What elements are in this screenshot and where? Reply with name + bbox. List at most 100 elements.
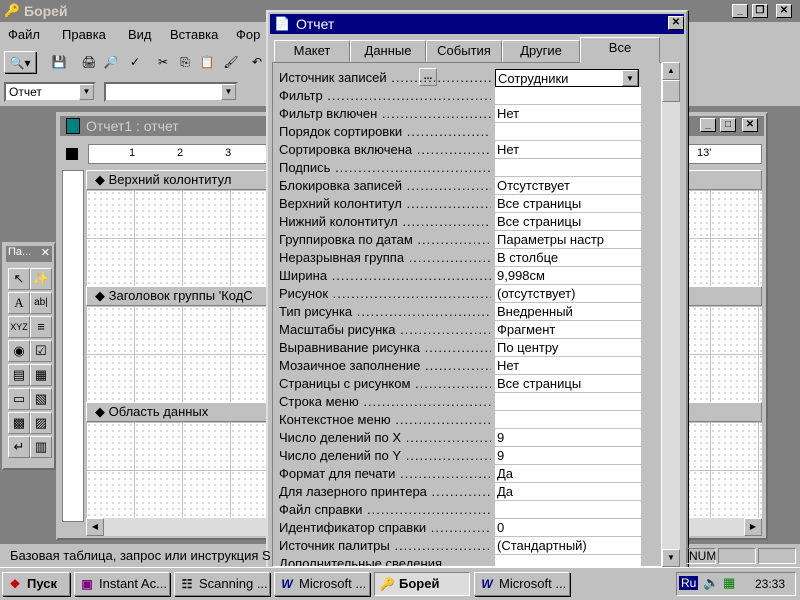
- toolbox-close-icon[interactable]: ✕: [41, 246, 50, 259]
- menu-format[interactable]: Фор: [236, 27, 260, 42]
- property-row[interactable]: Нижний колонтитул ......................…: [273, 213, 641, 231]
- property-row[interactable]: Сортировка включена ....................…: [273, 141, 641, 159]
- paste-icon[interactable]: 📋: [196, 51, 218, 73]
- tab-all[interactable]: Все: [580, 37, 660, 63]
- subform-icon[interactable]: ▥: [30, 436, 52, 458]
- font-combo[interactable]: ▼: [104, 82, 238, 102]
- property-row[interactable]: Контекстное меню .......................…: [273, 411, 641, 429]
- report-close-button[interactable]: ✕: [742, 118, 758, 132]
- tab-data[interactable]: Данные: [350, 40, 426, 62]
- property-row[interactable]: Рисунок ................................…: [273, 285, 641, 303]
- chevron-down-icon[interactable]: ▼: [79, 84, 94, 100]
- property-value-field[interactable]: По центру: [495, 339, 641, 357]
- speaker-icon[interactable]: 🔊: [703, 575, 719, 591]
- menu-view[interactable]: Вид: [128, 27, 152, 42]
- property-value-field[interactable]: Внедренный: [495, 303, 641, 321]
- property-value-field[interactable]: 9,998см: [495, 267, 641, 285]
- property-value-field[interactable]: Да: [495, 465, 641, 483]
- list-box-icon[interactable]: ▦: [30, 364, 52, 386]
- property-row[interactable]: Выравнивание рисунка ...................…: [273, 339, 641, 357]
- property-row[interactable]: Фильтр .................................…: [273, 87, 641, 105]
- property-sheet-title-bar[interactable]: 📄 Отчет ✕: [270, 14, 684, 34]
- property-row[interactable]: Верхний колонтитул .....................…: [273, 195, 641, 213]
- print-icon[interactable]: 🖨: [78, 51, 100, 73]
- start-button[interactable]: ❖ Пуск: [2, 572, 70, 596]
- property-value-field[interactable]: 9: [495, 429, 641, 447]
- save-icon[interactable]: 💾: [48, 51, 70, 73]
- page-break-icon[interactable]: ↵: [8, 436, 30, 458]
- tab-layout[interactable]: Макет: [274, 40, 350, 62]
- scroll-up-button[interactable]: ▲: [662, 62, 680, 80]
- scheduler-icon[interactable]: ▦: [723, 575, 735, 591]
- property-value-field[interactable]: Нет: [495, 141, 641, 159]
- property-list-scrollbar[interactable]: ▲ ▼: [662, 62, 680, 567]
- menu-insert[interactable]: Вставка: [170, 27, 218, 42]
- property-sheet-close-button[interactable]: ✕: [668, 16, 684, 30]
- property-row[interactable]: Блокировка записей .....................…: [273, 177, 641, 195]
- restore-button[interactable]: ❐: [752, 4, 768, 18]
- task-scanning[interactable]: ☷ Scanning ...: [174, 572, 270, 596]
- property-row[interactable]: Тип рисунка ............................…: [273, 303, 641, 321]
- property-value-field[interactable]: Параметры настр: [495, 231, 641, 249]
- chevron-down-icon[interactable]: ▼: [622, 70, 638, 86]
- minimize-button[interactable]: _: [732, 4, 748, 18]
- property-row[interactable]: Фильтр включен .........................…: [273, 105, 641, 123]
- close-button[interactable]: ✕: [776, 4, 792, 18]
- menu-edit[interactable]: Правка: [62, 27, 106, 42]
- property-value-field[interactable]: Сотрудники ▼: [495, 69, 639, 87]
- cut-icon[interactable]: ✂: [152, 51, 174, 73]
- report-minimize-button[interactable]: _: [700, 118, 716, 132]
- property-value-field[interactable]: [495, 123, 641, 141]
- checkbox-tool-icon[interactable]: ☑: [30, 340, 52, 362]
- property-value-field[interactable]: (отсутствует): [495, 285, 641, 303]
- property-value-field[interactable]: Нет: [495, 105, 641, 123]
- property-value-field[interactable]: [495, 87, 641, 105]
- unbound-object-icon[interactable]: ▩: [8, 412, 30, 434]
- property-value-field[interactable]: Все страницы: [495, 195, 641, 213]
- textbox-tool-icon[interactable]: ab|: [30, 292, 52, 314]
- property-row[interactable]: Страницы с рисунком ....................…: [273, 375, 641, 393]
- property-row[interactable]: Группировка по датам ...................…: [273, 231, 641, 249]
- property-value-field[interactable]: Да: [495, 483, 641, 501]
- tab-events[interactable]: События: [426, 40, 502, 62]
- property-row[interactable]: Подпись ................................…: [273, 159, 641, 177]
- property-value-field[interactable]: [495, 501, 641, 519]
- property-value-field[interactable]: [495, 393, 641, 411]
- property-value-field[interactable]: Нет: [495, 357, 641, 375]
- property-row[interactable]: Порядок сортировки .....................…: [273, 123, 641, 141]
- task-microsoft-word-1[interactable]: W Microsoft ...: [274, 572, 370, 596]
- property-row[interactable]: Число делений по Y .....................…: [273, 447, 641, 465]
- property-value-field[interactable]: Все страницы: [495, 213, 641, 231]
- property-row[interactable]: Число делений по X .....................…: [273, 429, 641, 447]
- task-instant-access[interactable]: ▣ Instant Ac...: [74, 572, 170, 596]
- spelling-icon[interactable]: ✓: [124, 51, 146, 73]
- bound-object-icon[interactable]: ▨: [30, 412, 52, 434]
- scroll-right-button[interactable]: ▶: [744, 518, 762, 536]
- option-group-icon[interactable]: XYZ: [8, 316, 30, 338]
- report-maximize-button[interactable]: □: [720, 118, 736, 132]
- property-row[interactable]: Формат для печати ......................…: [273, 465, 641, 483]
- view-button[interactable]: 🔍▾: [4, 51, 36, 73]
- task-borey[interactable]: 🔑 Борей: [374, 572, 470, 596]
- format-painter-icon[interactable]: 🖌: [220, 51, 242, 73]
- toolbox-title-bar[interactable]: Па... ✕: [6, 246, 52, 262]
- property-row[interactable]: Мозаичное заполнение ...................…: [273, 357, 641, 375]
- chevron-down-icon[interactable]: ▼: [221, 84, 236, 100]
- property-value-field[interactable]: 0: [495, 519, 641, 537]
- menu-file[interactable]: Файл: [8, 27, 40, 42]
- tab-other[interactable]: Другие: [502, 40, 580, 62]
- property-row[interactable]: Для лазерного принтера .................…: [273, 483, 641, 501]
- print-preview-icon[interactable]: 🔎: [100, 51, 122, 73]
- property-value-field[interactable]: 9: [495, 447, 641, 465]
- property-row[interactable]: Неразрывная группа .....................…: [273, 249, 641, 267]
- property-row[interactable]: ... Источник записей ....................…: [273, 68, 641, 87]
- wizard-icon[interactable]: ✨: [30, 268, 52, 290]
- option-button-icon[interactable]: ◉: [8, 340, 30, 362]
- property-row[interactable]: Ширина .................................…: [273, 267, 641, 285]
- task-microsoft-word-2[interactable]: W Microsoft ...: [474, 572, 570, 596]
- copy-icon[interactable]: ⎘: [174, 51, 196, 73]
- property-value-field[interactable]: Фрагмент: [495, 321, 641, 339]
- combo-box-icon[interactable]: ▤: [8, 364, 30, 386]
- property-value-field[interactable]: В столбце: [495, 249, 641, 267]
- property-row[interactable]: Масштабы рисунка .......................…: [273, 321, 641, 339]
